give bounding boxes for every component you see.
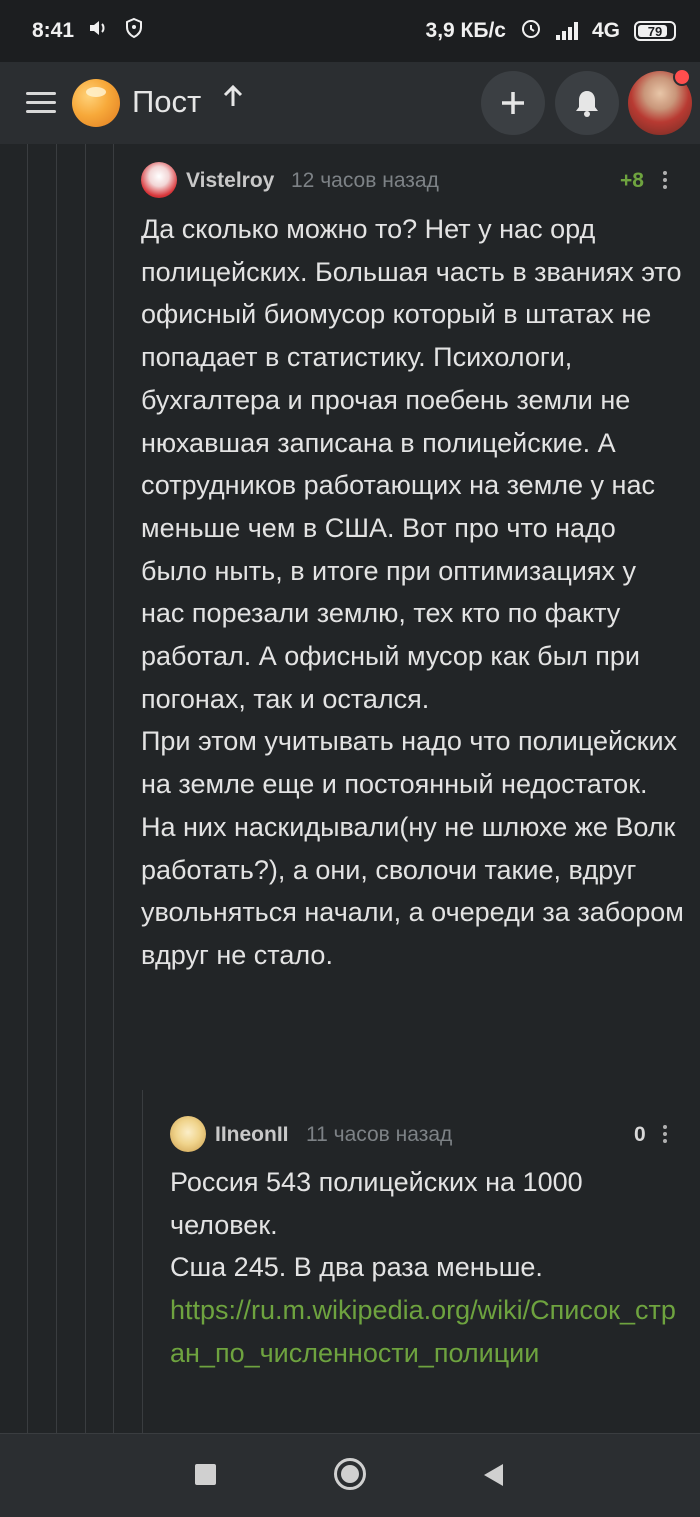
comment-time: 12 часов назад xyxy=(291,169,439,192)
pikabu-logo[interactable] xyxy=(72,79,120,127)
volume-icon xyxy=(88,18,110,44)
thread-line xyxy=(85,144,86,1433)
page-title: Пост xyxy=(132,84,202,119)
thread-line xyxy=(56,144,57,1433)
back-icon[interactable] xyxy=(484,1464,503,1486)
commenter-avatar[interactable] xyxy=(170,1116,206,1152)
shield-icon xyxy=(124,17,144,45)
thread-line xyxy=(142,1090,143,1433)
comment-time: 11 часов назад xyxy=(306,1123,453,1146)
status-bar: 8:41 3,9 КБ/с 4G 79 xyxy=(0,0,700,62)
comment-paragraph: При этом учитывать надо что полицейских … xyxy=(141,726,684,970)
network-speed: 3,9 КБ/с xyxy=(425,19,506,42)
notifications-button[interactable] xyxy=(555,71,619,135)
bell-icon xyxy=(576,91,598,117)
signal-icon xyxy=(555,22,578,40)
commenter-avatar[interactable] xyxy=(141,162,177,198)
battery-icon: 79 xyxy=(634,21,676,41)
comment-paragraph: Россия 543 полицейских на 1000 человек. xyxy=(170,1167,583,1240)
alarm-icon xyxy=(520,17,542,45)
comment-body: Да сколько можно то? Нет у нас орд полиц… xyxy=(141,208,686,977)
comment-body: Россия 543 полицейских на 1000 человек. … xyxy=(170,1161,690,1375)
thread-line xyxy=(27,144,28,1433)
home-icon[interactable] xyxy=(334,1458,366,1490)
menu-icon[interactable] xyxy=(26,92,56,114)
more-options-icon[interactable] xyxy=(663,1125,667,1146)
network-type: 4G xyxy=(591,19,620,42)
add-post-button[interactable] xyxy=(481,71,545,135)
app-header: Пост xyxy=(0,62,700,144)
battery-level: 79 xyxy=(647,23,663,39)
recent-apps-icon[interactable] xyxy=(195,1464,216,1485)
comment-score: 0 xyxy=(634,1123,646,1146)
wikipedia-link[interactable]: https://ru.m.wikipedia.org/wiki/Список_с… xyxy=(170,1289,690,1374)
comment-paragraph: Да сколько можно то? Нет у нас орд полиц… xyxy=(141,214,682,714)
comment-author[interactable]: IIneonII xyxy=(215,1123,289,1147)
notification-dot xyxy=(673,68,691,86)
system-nav-bar xyxy=(0,1433,700,1517)
clock: 8:41 xyxy=(32,19,75,42)
thread-line xyxy=(113,144,114,1433)
comment-score: +8 xyxy=(620,169,644,192)
comment-author[interactable]: Vistelroy xyxy=(186,169,274,193)
comment-paragraph: Сша 245. В два раза меньше. xyxy=(170,1252,543,1283)
more-options-icon[interactable] xyxy=(663,171,667,192)
arrow-up-icon[interactable] xyxy=(222,84,244,115)
plus-icon xyxy=(502,92,524,114)
